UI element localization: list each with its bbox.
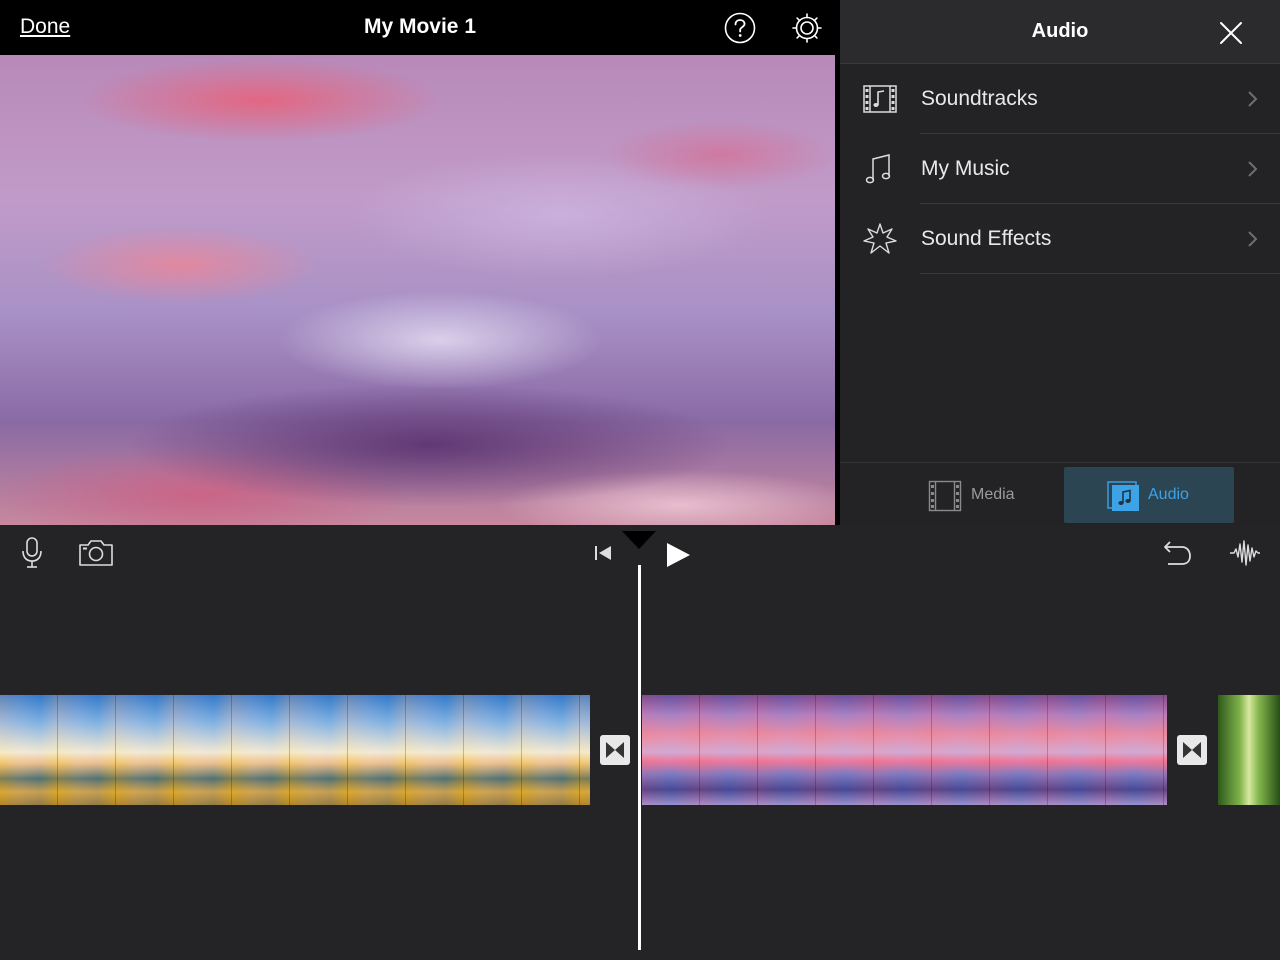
tab-audio[interactable]: Audio — [1064, 467, 1234, 523]
top-bar: Done My Movie 1 — [0, 0, 840, 55]
bowtie-transition-icon[interactable] — [600, 735, 630, 765]
movie-title: My Movie 1 — [363, 15, 477, 38]
skip-back-icon[interactable] — [592, 543, 614, 563]
media-tab-bar: Media Audio — [840, 462, 1280, 526]
timeline[interactable] — [0, 525, 1280, 960]
microphone-icon[interactable] — [18, 536, 46, 570]
tab-label: Audio — [1148, 486, 1189, 503]
waveform-icon[interactable] — [1229, 539, 1261, 567]
question-circle-icon[interactable] — [724, 12, 756, 44]
panel-header: Audio — [840, 0, 1280, 64]
video-clip-clouds[interactable] — [642, 695, 1167, 805]
menu-item-label: Sound Effects — [921, 227, 1052, 250]
playhead-marker — [622, 531, 656, 549]
menu-item-soundtracks[interactable]: Soundtracks — [840, 64, 1280, 134]
video-clip-mountain[interactable] — [0, 695, 590, 805]
gear-icon[interactable] — [791, 12, 823, 44]
audio-panel: Audio Soundtracks My Music Sound Effects… — [840, 0, 1280, 526]
music-square-icon — [1106, 480, 1140, 512]
close-icon[interactable] — [1216, 18, 1246, 48]
tab-label: Media — [971, 486, 1015, 503]
divider — [920, 273, 1280, 274]
menu-item-sound-effects[interactable]: Sound Effects — [840, 204, 1280, 274]
playhead-line[interactable] — [638, 565, 641, 950]
starburst-icon — [862, 221, 898, 257]
camera-icon[interactable] — [78, 538, 114, 568]
menu-item-label: My Music — [921, 157, 1010, 180]
tab-media[interactable]: Media — [918, 467, 1048, 523]
chevron-right-icon — [1247, 230, 1259, 248]
menu-item-my-music[interactable]: My Music — [840, 134, 1280, 204]
bowtie-transition-icon[interactable] — [1177, 735, 1207, 765]
film-music-note-icon — [862, 81, 898, 117]
video-preview[interactable] — [0, 55, 835, 525]
menu-item-label: Soundtracks — [921, 87, 1038, 110]
video-clip-bamboo[interactable] — [1218, 695, 1280, 805]
chevron-right-icon — [1247, 160, 1259, 178]
play-icon[interactable] — [664, 541, 692, 569]
music-notes-icon — [862, 151, 898, 187]
film-strip-icon — [928, 480, 962, 512]
undo-icon[interactable] — [1162, 538, 1194, 568]
chevron-right-icon — [1247, 90, 1259, 108]
panel-title: Audio — [1031, 20, 1089, 42]
